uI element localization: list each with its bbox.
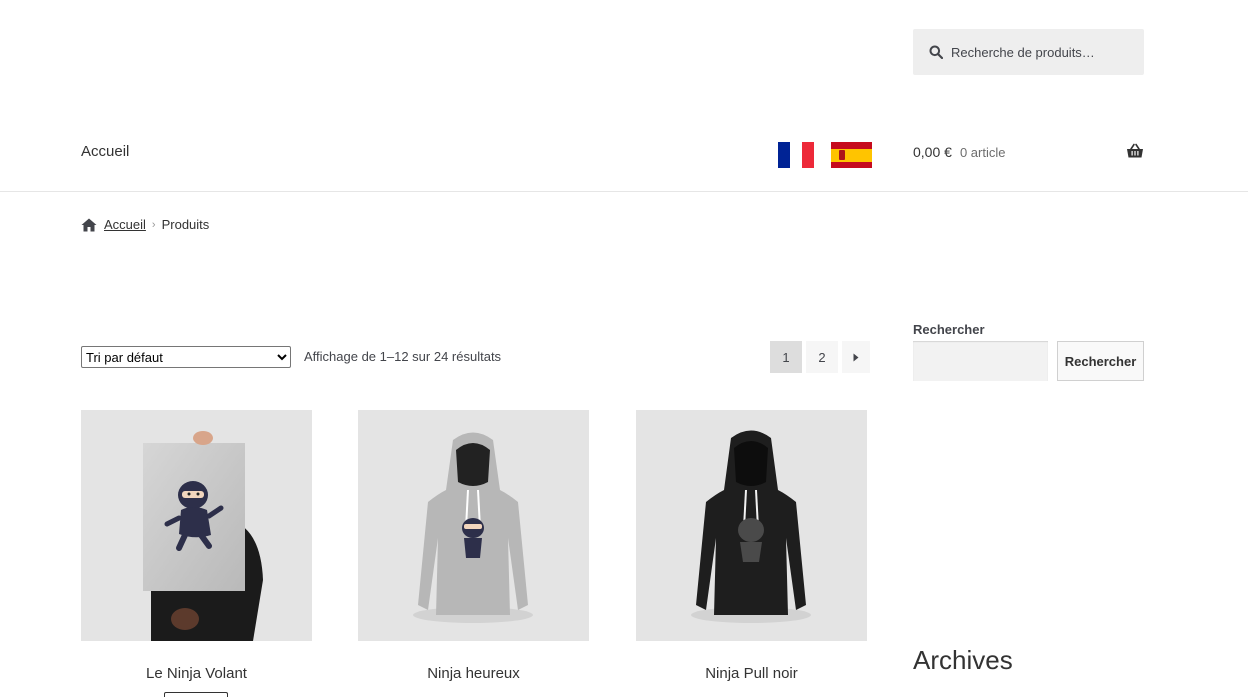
result-count: Affichage de 1–12 sur 24 résultats xyxy=(304,349,502,364)
nav-home-link[interactable]: Accueil xyxy=(81,143,129,160)
page-2[interactable]: 2 xyxy=(806,341,838,373)
product-image[interactable] xyxy=(358,410,589,641)
product-search[interactable] xyxy=(913,29,1144,75)
breadcrumb-current: Produits xyxy=(161,217,210,232)
flag-es-icon[interactable] xyxy=(831,142,872,168)
sidebar-search-title: Rechercher xyxy=(913,322,985,337)
breadcrumb: Accueil › Produits xyxy=(81,217,209,232)
sidebar-search-button[interactable]: Rechercher xyxy=(1057,341,1144,381)
sort-select[interactable]: Tri par défaut xyxy=(81,346,291,368)
product-image[interactable] xyxy=(81,410,312,641)
product-card[interactable]: Le Ninja Volant xyxy=(81,410,312,682)
product-image[interactable] xyxy=(636,410,867,641)
add-to-cart-button[interactable] xyxy=(164,692,228,697)
sidebar-search-input[interactable] xyxy=(913,341,1048,381)
product-title[interactable]: Ninja Pull noir xyxy=(636,665,867,682)
breadcrumb-separator: › xyxy=(151,218,156,231)
next-page-button[interactable] xyxy=(842,341,870,373)
product-title[interactable]: Le Ninja Volant xyxy=(81,665,312,682)
pagination: 1 2 xyxy=(770,341,870,373)
product-search-input[interactable] xyxy=(951,44,1131,60)
breadcrumb-home-link[interactable]: Accueil xyxy=(104,217,146,232)
header-divider xyxy=(0,191,1248,192)
cart-amount: 0,00 € xyxy=(913,144,952,160)
product-card[interactable]: Ninja heureux xyxy=(358,410,589,682)
product-card[interactable]: Ninja Pull noir xyxy=(636,410,867,682)
search-icon xyxy=(929,45,943,59)
page-1: 1 xyxy=(770,341,802,373)
archives-title: Archives xyxy=(913,645,1013,675)
home-icon xyxy=(81,218,97,231)
header-cart[interactable]: 0,00 € 0 article xyxy=(913,141,1144,163)
cart-count: 0 article xyxy=(959,144,1006,160)
product-title[interactable]: Ninja heureux xyxy=(358,665,589,682)
basket-icon[interactable] xyxy=(1126,143,1144,159)
flag-fr-icon[interactable] xyxy=(778,142,814,168)
chevron-right-icon xyxy=(853,353,859,361)
